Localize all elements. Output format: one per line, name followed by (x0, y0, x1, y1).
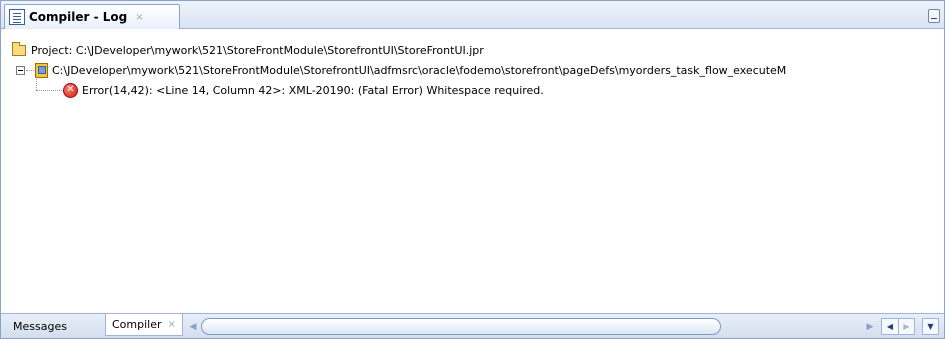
tab-compiler[interactable]: Compiler × (105, 314, 183, 336)
scroll-right-arrow-icon[interactable]: ▶ (861, 319, 879, 334)
tab-messages-label: Messages (13, 320, 67, 333)
log-icon (9, 9, 25, 25)
compiler-log-window: Compiler - Log × Project: C:\JDeveloper\… (0, 0, 945, 339)
tab-compiler-label: Compiler (112, 318, 162, 331)
window-title: Compiler - Log (29, 10, 128, 24)
title-bar: Compiler - Log × (1, 1, 944, 29)
tree-connector (36, 90, 62, 91)
bottom-tab-strip: Messages Compiler × ◀ ▶ ◀ ▶ ▼ (1, 313, 944, 338)
next-tab-button[interactable]: ▶ (898, 318, 915, 335)
tree-row-error[interactable]: ✕ Error(14,42): <Line 14, Column 42>: XM… (63, 80, 544, 100)
tree-row-file[interactable]: C:\JDeveloper\mywork\521\StoreFrontModul… (16, 60, 786, 80)
close-icon[interactable]: × (168, 319, 176, 330)
folder-icon (12, 41, 26, 56)
tab-list-menu-icon[interactable]: ▼ (922, 318, 939, 335)
tab-compiler-log[interactable]: Compiler - Log × (4, 4, 180, 29)
error-icon: ✕ (63, 82, 78, 98)
scroll-left-arrow-icon[interactable]: ◀ (184, 319, 202, 334)
close-icon[interactable]: × (135, 12, 143, 23)
tree-row-project[interactable]: Project: C:\JDeveloper\mywork\521\StoreF… (12, 40, 484, 60)
tab-messages[interactable]: Messages (7, 316, 73, 337)
tree-connector (36, 75, 37, 90)
error-message: Error(14,42): <Line 14, Column 42>: XML-… (82, 83, 544, 97)
horizontal-scrollbar-thumb[interactable] (201, 318, 721, 335)
log-tree: Project: C:\JDeveloper\mywork\521\StoreF… (1, 31, 944, 311)
previous-tab-button[interactable]: ◀ (881, 318, 898, 335)
collapse-toggle-icon[interactable] (16, 65, 25, 75)
project-label: Project: C:\JDeveloper\mywork\521\StoreF… (31, 43, 484, 57)
file-path-label: C:\JDeveloper\mywork\521\StoreFrontModul… (52, 63, 787, 77)
minimize-button[interactable] (928, 9, 940, 23)
